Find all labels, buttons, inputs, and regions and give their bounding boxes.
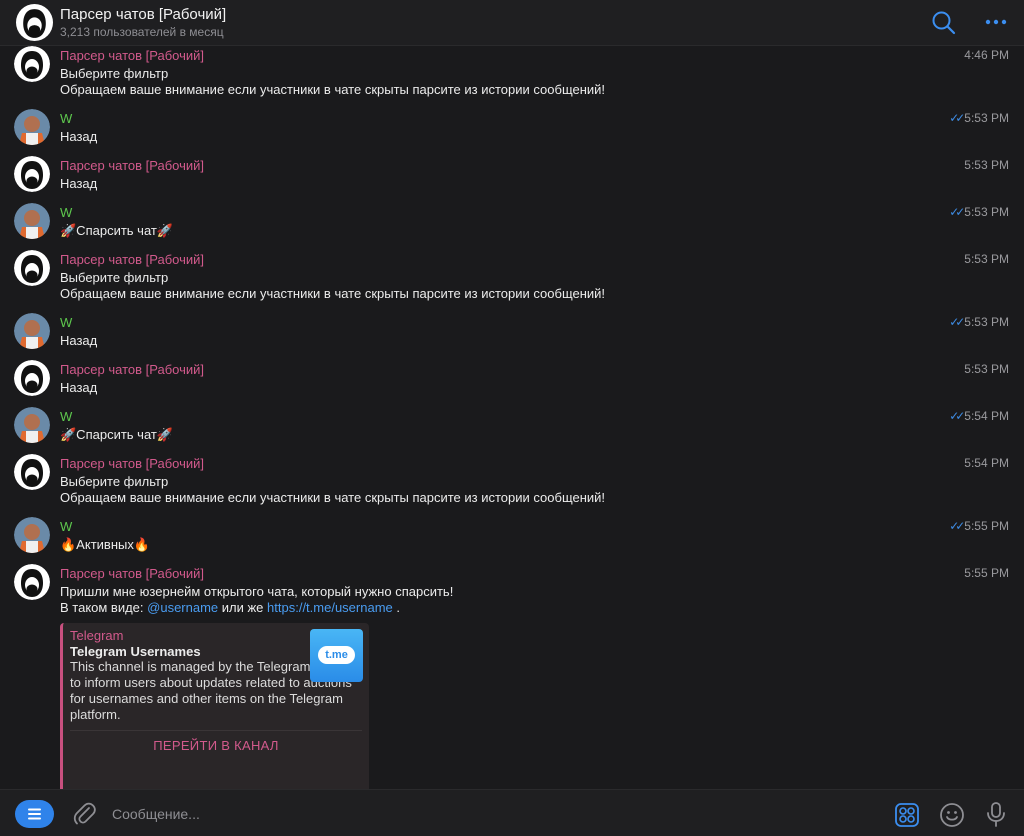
message-text: Назад	[60, 176, 98, 191]
bot-avatar[interactable]	[14, 454, 50, 490]
read-checkmarks-icon: ✓✓	[949, 519, 965, 533]
message-text: Обращаем ваше внимание если участники в …	[60, 490, 606, 505]
user-avatar[interactable]	[14, 407, 50, 443]
message-sender[interactable]: W	[60, 205, 72, 220]
preview-site-name: Telegram	[70, 628, 124, 643]
preview-thumbnail: t.me	[310, 629, 363, 682]
message-text: Выберите фильтр	[60, 474, 169, 489]
link-preview-card[interactable]: Telegram Telegram Usernames This channel…	[60, 623, 369, 808]
paperclip-icon[interactable]	[72, 801, 96, 827]
read-checkmarks-icon: ✓✓	[949, 205, 965, 219]
bot-avatar[interactable]	[14, 250, 50, 286]
user-avatar[interactable]	[14, 517, 50, 553]
microphone-icon[interactable]	[985, 801, 1007, 828]
message-time: ✓✓ 5:53 PM	[949, 315, 1009, 329]
chat-subtitle: 3,213 пользователей в месяц	[60, 25, 224, 39]
message-time: 5:55 PM	[964, 566, 1009, 580]
message-sender[interactable]: Парсер чатов [Рабочий]	[60, 566, 204, 581]
message-text: Выберите фильтр	[60, 66, 169, 81]
message-text: Назад	[60, 333, 98, 348]
message-time: 5:53 PM	[964, 252, 1009, 266]
user-avatar[interactable]	[14, 109, 50, 145]
message-sender[interactable]: Парсер чатов [Рабочий]	[60, 48, 204, 63]
message-text: В таком виде: @username или же https://t…	[60, 600, 400, 615]
message-composer	[0, 789, 1024, 836]
preview-title: Telegram Usernames	[70, 644, 201, 659]
message-sender[interactable]: W	[60, 519, 72, 534]
emoji-icon[interactable]	[939, 802, 965, 828]
username-link[interactable]: @username	[147, 600, 218, 615]
message-text: Пришли мне юзернейм открытого чата, кото…	[60, 584, 454, 599]
tme-link[interactable]: https://t.me/username	[267, 600, 393, 615]
message-text: 🚀Спарсить чат🚀	[60, 427, 174, 442]
apps-icon[interactable]	[895, 803, 919, 827]
message-time: 4:46 PM	[964, 48, 1009, 62]
bot-avatar[interactable]	[14, 360, 50, 396]
user-avatar[interactable]	[14, 313, 50, 349]
message-text: Назад	[60, 380, 98, 395]
read-checkmarks-icon: ✓✓	[949, 315, 965, 329]
message-input[interactable]	[112, 800, 872, 828]
message-text: Выберите фильтр	[60, 270, 169, 285]
message-sender[interactable]: W	[60, 409, 72, 424]
menu-icon[interactable]	[15, 800, 54, 828]
read-checkmarks-icon: ✓✓	[949, 111, 965, 125]
chat-avatar[interactable]	[16, 4, 53, 46]
message-list[interactable]: Парсер чатов [Рабочий] 4:46 PM Выберите …	[0, 46, 1024, 808]
message-sender[interactable]: Парсер чатов [Рабочий]	[60, 252, 204, 267]
open-channel-button[interactable]: ПЕРЕЙТИ В КАНАЛ	[63, 738, 369, 760]
search-icon[interactable]	[931, 10, 957, 36]
tme-logo: t.me	[318, 646, 355, 664]
bot-avatar[interactable]	[14, 564, 50, 600]
message-time: ✓✓ 5:55 PM	[949, 519, 1009, 533]
bot-avatar[interactable]	[14, 156, 50, 192]
more-icon[interactable]	[984, 12, 1008, 32]
message-text: 🔥Активных🔥	[60, 537, 151, 552]
read-checkmarks-icon: ✓✓	[949, 409, 965, 423]
preview-divider	[70, 730, 362, 731]
message-text: Назад	[60, 129, 98, 144]
message-sender[interactable]: W	[60, 315, 72, 330]
chat-title[interactable]: Парсер чатов [Рабочий]	[60, 6, 226, 23]
message-text: Обращаем ваше внимание если участники в …	[60, 82, 606, 97]
chat-header: Парсер чатов [Рабочий] 3,213 пользовател…	[0, 0, 1024, 46]
message-text: 🚀Спарсить чат🚀	[60, 223, 174, 238]
bot-avatar[interactable]	[14, 46, 50, 82]
message-time: ✓✓ 5:53 PM	[949, 111, 1009, 125]
message-time: ✓✓ 5:53 PM	[949, 205, 1009, 219]
user-avatar[interactable]	[14, 203, 50, 239]
message-sender[interactable]: Парсер чатов [Рабочий]	[60, 456, 204, 471]
message-time: 5:53 PM	[964, 158, 1009, 172]
message-time: ✓✓ 5:54 PM	[949, 409, 1009, 423]
message-time: 5:54 PM	[964, 456, 1009, 470]
message-sender[interactable]: Парсер чатов [Рабочий]	[60, 158, 204, 173]
message-time: 5:53 PM	[964, 362, 1009, 376]
message-sender[interactable]: W	[60, 111, 72, 126]
message-sender[interactable]: Парсер чатов [Рабочий]	[60, 362, 204, 377]
message-text: Обращаем ваше внимание если участники в …	[60, 286, 606, 301]
